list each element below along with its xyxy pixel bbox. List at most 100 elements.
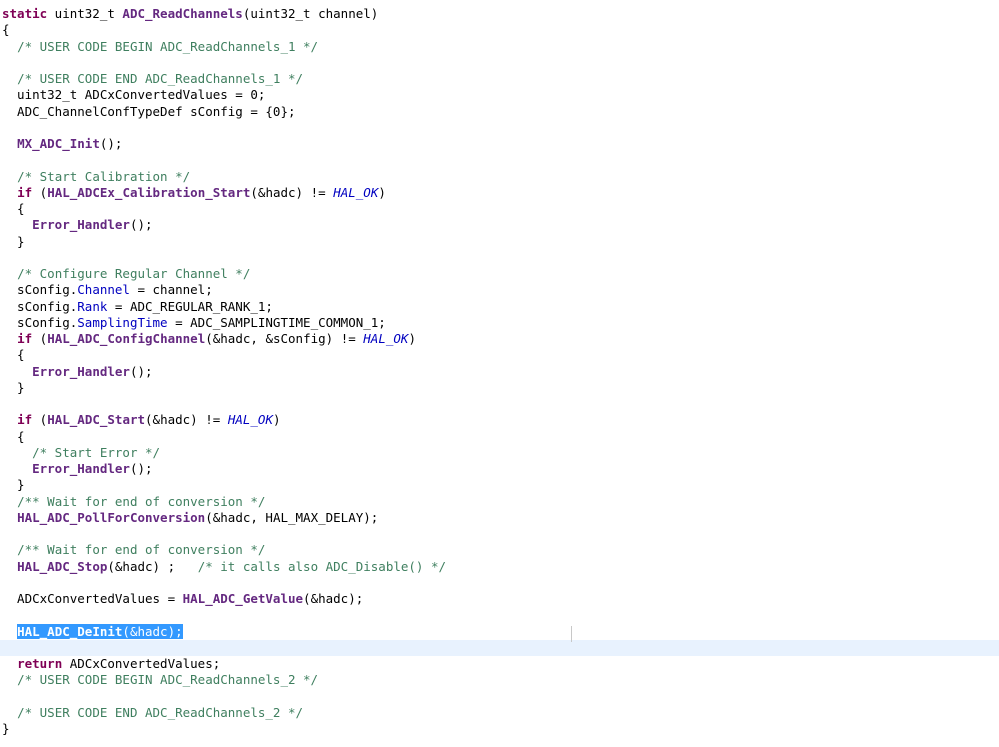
code-token-plain: ( [32,331,48,346]
code-token-function: MX_ADC_Init [17,136,100,151]
code-line[interactable]: /* USER CODE BEGIN ADC_ReadChannels_2 */ [0,672,999,688]
code-line[interactable]: Error_Handler(); [0,364,999,380]
code-token-comment: /* USER CODE BEGIN ADC_ReadChannels_2 */ [17,672,319,688]
code-line[interactable]: ADC_ChannelConfTypeDef sConfig = {0}; [0,104,999,120]
code-line[interactable]: } [0,721,999,737]
code-token-plain: ADC_ChannelConfTypeDef sConfig = {0}; [2,103,296,119]
code-line[interactable]: HAL_ADC_PollForConversion(&hadc, HAL_MAX… [0,510,999,526]
code-line[interactable]: } [0,234,999,250]
code-token-plain: (); [129,217,153,233]
code-token-plain: } [2,233,25,249]
code-line[interactable]: return ADCxConvertedValues; [0,656,999,672]
code-line[interactable] [0,575,999,591]
code-token-keyword: if [17,412,33,428]
code-line[interactable]: /** Wait for end of conversion */ [0,542,999,558]
code-token-keyword: return [17,656,63,671]
code-line[interactable]: ADCxConvertedValues = HAL_ADC_GetValue(&… [0,591,999,607]
code-line[interactable]: sConfig.SamplingTime = ADC_SAMPLINGTIME_… [0,315,999,331]
code-line[interactable]: /* USER CODE END ADC_ReadChannels_2 */ [0,705,999,721]
code-line[interactable] [0,250,999,266]
code-line[interactable]: /* USER CODE END ADC_ReadChannels_1 */ [0,71,999,87]
code-line[interactable]: { [0,347,999,363]
code-line[interactable]: } [0,477,999,493]
code-line[interactable]: /* Start Error */ [0,445,999,461]
code-token-keyword: if [17,331,33,346]
code-token-plain: { [2,428,25,444]
code-token-plain: { [2,201,25,216]
code-token-plain: { [2,347,25,363]
code-line[interactable]: Error_Handler(); [0,217,999,233]
code-token-comment: /** Wait for end of conversion */ [17,542,266,558]
code-line[interactable]: /* USER CODE BEGIN ADC_ReadChannels_1 */ [0,39,999,55]
code-token-plain: (uint32_t channel) [242,6,379,21]
code-line[interactable]: /* Configure Regular Channel */ [0,266,999,282]
code-line[interactable]: { [0,201,999,217]
code-line[interactable]: sConfig.Rank = ADC_REGULAR_RANK_1; [0,299,999,315]
code-token-plain: { [2,22,10,38]
code-line[interactable] [0,526,999,542]
code-token-plain: (&hadc, &sConfig) != [205,331,364,346]
code-line[interactable]: if (HAL_ADC_Start(&hadc) != HAL_OK) [0,412,999,428]
code-line[interactable]: sConfig.Channel = channel; [0,282,999,298]
code-line[interactable]: /* Start Calibration */ [0,169,999,185]
code-token-function: HAL_ADC_Start [47,412,146,428]
code-line[interactable]: } [0,380,999,396]
code-line[interactable]: /** Wait for end of conversion */ [0,494,999,510]
code-line[interactable]: uint32_t ADCxConvertedValues = 0; [0,87,999,103]
code-token-plain: (); [99,136,123,151]
code-token-macro: HAL_OK [363,331,409,346]
code-token-function: ADC_ReadChannels [122,6,243,21]
code-line[interactable]: { [0,429,999,445]
code-token-plain: uint32_t [47,6,123,21]
code-line[interactable]: if (HAL_ADCEx_Calibration_Start(&hadc) !… [0,185,999,201]
code-token-plain: uint32_t ADCxConvertedValues = 0; [2,87,266,103]
code-token-comment: /* USER CODE END ADC_ReadChannels_1 */ [17,71,304,86]
code-line[interactable]: HAL_ADC_DeInit(&hadc); [0,623,999,640]
code-token-plain: (); [129,461,153,476]
code-token-comment: /* Start Error */ [32,444,161,460]
code-line[interactable] [0,120,999,136]
code-token-function: HAL_ADC_DeInit [17,623,123,639]
code-token-plain: } [2,721,10,736]
code-line[interactable] [0,639,999,656]
code-token-plain: ( [32,184,48,200]
code-line[interactable] [0,152,999,168]
code-token-comment: /* it calls also ADC_Disable() */ [197,558,447,574]
code-token-field: Rank [77,298,108,314]
code-token-macro: HAL_OK [333,184,379,200]
code-token-plain: (); [129,363,153,379]
code-token-comment: /* Start Calibration */ [17,168,191,184]
code-token-plain: sConfig. [2,282,78,298]
code-line[interactable]: { [0,22,999,38]
code-editor[interactable]: static uint32_t ADC_ReadChannels(uint32_… [0,0,999,747]
code-token-plain: ADCxConvertedValues = [2,591,183,606]
code-line[interactable]: static uint32_t ADC_ReadChannels(uint32_… [0,6,999,22]
code-line[interactable]: MX_ADC_Init(); [0,136,999,152]
code-line[interactable] [0,607,999,623]
code-line[interactable] [0,55,999,71]
code-line[interactable] [0,396,999,412]
text-caret [571,626,572,642]
code-line[interactable]: HAL_ADC_Stop(&hadc) ; /* it calls also A… [0,559,999,575]
code-line[interactable]: Error_Handler(); [0,461,999,477]
code-token-function: HAL_ADC_Stop [17,558,108,574]
code-token-function: HAL_ADC_PollForConversion [17,509,206,525]
code-line[interactable] [0,689,999,705]
code-token-function: Error_Handler [32,363,130,379]
code-token-comment: /* Configure Regular Channel */ [17,266,251,281]
code-line[interactable]: if (HAL_ADC_ConfigChannel(&hadc, &sConfi… [0,331,999,347]
